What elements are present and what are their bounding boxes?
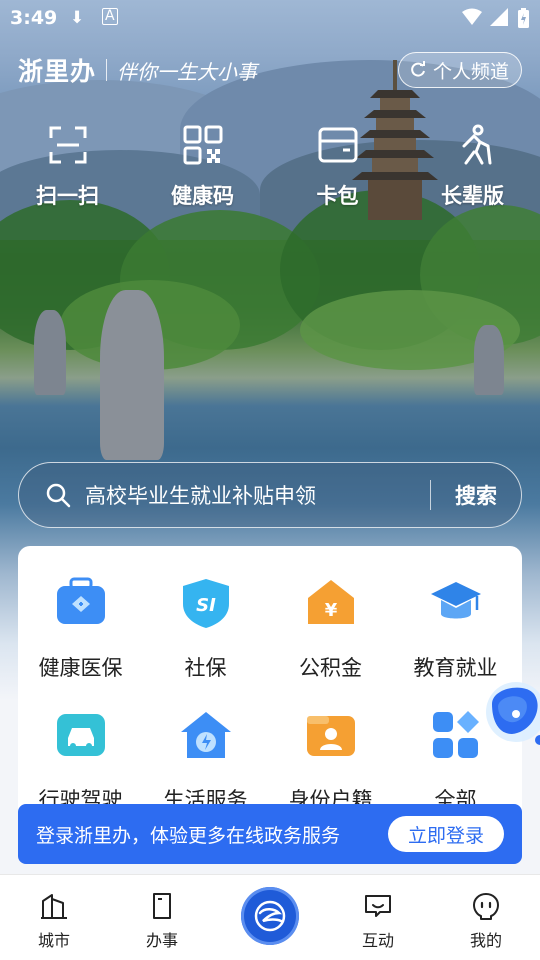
service-medical-insurance[interactable]: 健康医保 <box>18 576 143 708</box>
app-notification-icon: A <box>102 8 118 25</box>
personal-channel-button[interactable]: 个人频道 <box>397 52 522 88</box>
quick-scan-label: 扫一扫 <box>36 184 99 208</box>
elder-mode-icon <box>462 124 491 165</box>
nav-interact-label: 互动 <box>361 931 394 950</box>
nav-interact[interactable]: 互动 <box>324 875 432 960</box>
all-services-icon <box>432 711 479 758</box>
quick-scan[interactable]: 扫一扫 <box>0 124 135 210</box>
quick-elder-mode-label: 长辈版 <box>441 184 504 208</box>
quick-elder-mode[interactable]: 长辈版 <box>405 124 540 210</box>
signal-icon <box>490 8 508 26</box>
brand-header: 浙里办 伴你一生大小事 <box>18 52 257 88</box>
social-security-icon: SI <box>182 579 229 628</box>
service-housing-fund[interactable]: ¥ 公积金 <box>268 576 393 708</box>
zheli-logo-icon <box>254 900 286 932</box>
service-label: 社保 <box>184 656 227 680</box>
profile-icon <box>473 893 499 920</box>
service-label: 健康医保 <box>38 656 123 680</box>
nav-city-label: 城市 <box>37 931 70 950</box>
brand-name: 浙里办 <box>18 57 97 86</box>
download-icon: ⬇ <box>70 8 85 28</box>
status-time: 3:49 <box>10 7 58 29</box>
brand-slogan: 伴你一生大小事 <box>117 59 258 84</box>
nav-profile[interactable]: 我的 <box>432 875 540 960</box>
quick-card-wallet[interactable]: 卡包 <box>270 124 405 210</box>
chat-icon <box>365 895 391 917</box>
service-social-security[interactable]: SI 社保 <box>143 576 268 708</box>
quick-actions: 扫一扫 健康码 卡包 长辈版 <box>0 124 540 210</box>
nav-profile-label: 我的 <box>469 931 502 950</box>
login-button[interactable]: 立即登录 <box>387 816 504 852</box>
refresh-icon <box>411 61 425 77</box>
service-label: 公积金 <box>299 656 362 680</box>
status-bar: 3:49 ⬇ A <box>0 0 540 36</box>
search-icon <box>46 483 71 508</box>
medical-insurance-icon <box>56 577 105 624</box>
education-icon <box>430 582 481 619</box>
personal-channel-label: 个人频道 <box>432 60 509 83</box>
nav-city[interactable]: 城市 <box>0 875 108 960</box>
affairs-icon <box>153 893 171 919</box>
svg-text:SI: SI <box>196 595 216 616</box>
assistant-bot-icon[interactable] <box>480 674 540 746</box>
identity-icon <box>306 716 355 756</box>
battery-icon <box>518 8 529 28</box>
brand-divider <box>106 59 108 81</box>
nav-affairs-label: 办事 <box>145 931 178 950</box>
card-wallet-icon <box>318 127 357 163</box>
life-service-icon <box>180 712 231 758</box>
quick-health-code[interactable]: 健康码 <box>135 124 270 210</box>
login-banner: 登录浙里办，体验更多在线政务服务 立即登录 <box>18 804 522 864</box>
svg-text:¥: ¥ <box>324 600 337 621</box>
wifi-icon <box>462 8 482 25</box>
quick-health-code-label: 健康码 <box>171 184 234 208</box>
nav-affairs[interactable]: 办事 <box>108 875 216 960</box>
housing-fund-icon: ¥ <box>307 580 354 624</box>
nav-home[interactable] <box>216 875 324 960</box>
qr-code-icon <box>183 125 222 165</box>
login-banner-text: 登录浙里办，体验更多在线政务服务 <box>36 824 341 847</box>
scan-icon <box>49 126 86 164</box>
zheli-logo-button[interactable] <box>241 887 299 945</box>
service-card: 健康医保 SI 社保 ¥ 公积金 教育就业 行驶驾驶 生活服务 身份户籍 全部 <box>18 546 522 846</box>
car-icon <box>56 714 105 756</box>
search-input[interactable]: 高校毕业生就业补贴申领 <box>85 480 430 510</box>
city-icon <box>41 894 67 919</box>
quick-card-wallet-label: 卡包 <box>316 184 359 208</box>
bottom-navigation: 城市 办事 互动 我的 <box>0 874 540 960</box>
search-bar[interactable]: 高校毕业生就业补贴申领 搜索 <box>18 462 522 528</box>
search-button[interactable]: 搜索 <box>431 480 521 510</box>
